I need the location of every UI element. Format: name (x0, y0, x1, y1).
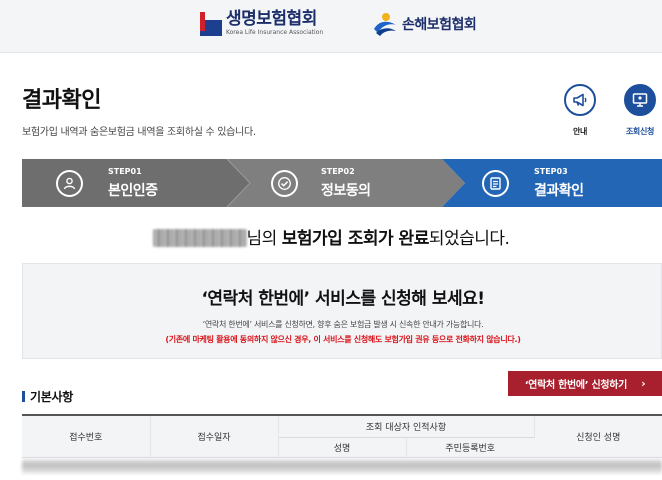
inquiry-apply-button[interactable]: 조회신청 (618, 84, 662, 137)
result-suffix-2: 되었습니다. (428, 229, 510, 249)
damage-logo-kr: 손해보험협회 (402, 17, 477, 33)
guide-label: 안내 (572, 127, 588, 136)
life-logo-en: Korea Life Insurance Association (226, 29, 324, 36)
section-title-text: 기본사항 (30, 390, 73, 404)
page-description: 보험가입 내역과 숨은보험금 내역을 조회하실 수 있습니다. (22, 127, 256, 138)
th-rrn: 주민등록번호 (406, 437, 534, 458)
damage-insurance-logo[interactable]: 손해보험협회 (372, 11, 477, 37)
monitor-icon (624, 84, 656, 116)
contact-service-promo: ‘연락처 한번에’ 서비스를 신청해 보세요! ‘연락처 한번에’ 서비스를 신… (22, 263, 662, 359)
promo-headline: ‘연락처 한번에’ 서비스를 신청해 보세요! (201, 289, 485, 309)
step-1-name: 본인인증 (108, 183, 158, 199)
step-3-name: 결과확인 (534, 183, 584, 199)
apply-button-label: ‘연락처 한번에’ 신청하기 (524, 380, 628, 391)
result-bold: 보험가입 조회가 완료 (281, 229, 430, 249)
step-3-number: STEP03 (534, 167, 568, 176)
result-message: 님의 보험가입 조회가 완료되었습니다. (0, 224, 662, 249)
inquiry-apply-label: 조회신청 (625, 127, 655, 136)
section-title: 기본사항 (22, 388, 73, 405)
th-receipt-no: 접수번호 (22, 414, 151, 458)
step-2-number: STEP02 (321, 167, 355, 176)
document-icon (482, 170, 509, 197)
page-title: 결과확인 (22, 88, 101, 113)
damage-logo-mark-icon (374, 13, 396, 36)
life-logo-kr: 생명보험협회 (226, 9, 317, 29)
th-name: 성명 (278, 437, 407, 458)
step-2-name: 정보동의 (321, 183, 371, 199)
contact-service-apply-button[interactable]: ‘연락처 한번에’ 신청하기 › (508, 371, 662, 396)
check-icon (271, 170, 298, 197)
step-2: STEP02 정보동의 (227, 159, 442, 207)
promo-subtext: ‘연락처 한번에’ 서비스를 신청하면, 향후 숨은 보험금 발생 시 신속한 … (202, 320, 484, 329)
person-icon (56, 170, 83, 197)
megaphone-icon (564, 84, 596, 116)
th-receipt-date: 접수일자 (150, 414, 279, 458)
promo-warning: (기존에 마케팅 활용에 동의하지 않으신 경우, 이 서비스를 신청해도 보험… (165, 335, 521, 344)
basic-info-table: 접수번호 접수일자 조회 대상자 인적사항 신청인 성명 성명 주민등록번호 (22, 414, 662, 458)
masked-table-row (22, 459, 662, 474)
chevron-right-icon: › (641, 377, 646, 390)
result-suffix-1: 님의 (246, 229, 282, 249)
step-1-number: STEP01 (108, 167, 142, 176)
th-applicant-name: 신청인 성명 (534, 414, 662, 458)
top-logo-bar: 생명보험협회 Korea Life Insurance Association … (0, 0, 662, 53)
step-progress: STEP01 본인인증 STEP02 정보동의 STEP03 결과확인 (22, 159, 662, 207)
step-1: STEP01 본인인증 (22, 159, 227, 207)
life-insurance-logo[interactable]: 생명보험협회 Korea Life Insurance Association (200, 9, 323, 43)
step-3: STEP03 결과확인 (442, 159, 662, 207)
guide-button[interactable]: 안내 (558, 84, 602, 137)
section-marker (22, 391, 25, 402)
th-target-info: 조회 대상자 인적사항 (278, 414, 535, 438)
life-logo-mark-icon (200, 12, 222, 36)
masked-user-name (152, 229, 247, 247)
